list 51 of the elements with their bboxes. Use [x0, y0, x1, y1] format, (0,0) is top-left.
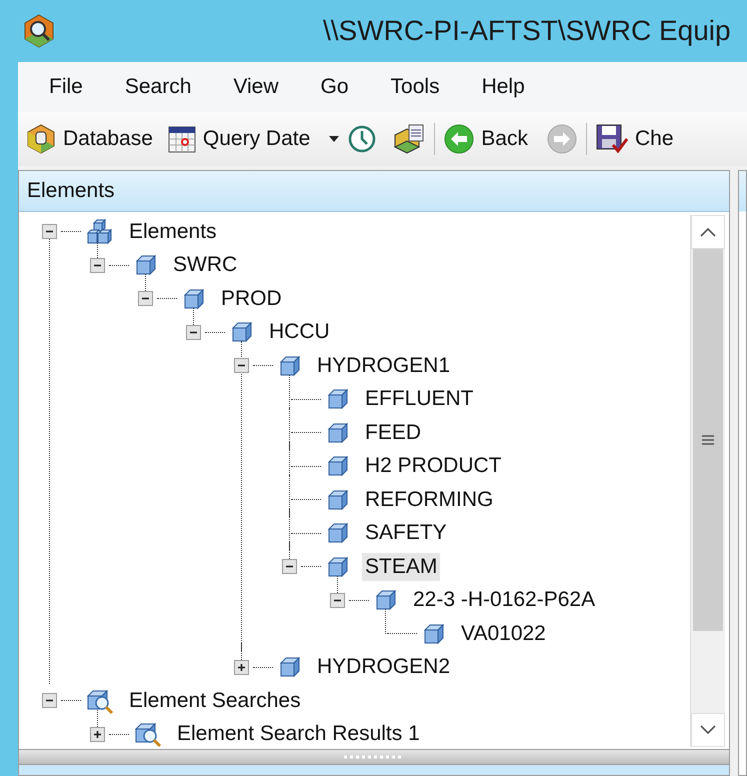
tree-item[interactable]: EFFLUENT [362, 385, 477, 414]
panel-header: Elements [19, 171, 729, 212]
database-icon [25, 123, 57, 155]
menu-item[interactable]: Search [104, 71, 212, 103]
tree-item[interactable]: SWRC [170, 251, 240, 280]
collapse-toggle-icon[interactable] [282, 559, 296, 574]
tree-item[interactable]: REFORMING [362, 486, 496, 514]
database-button[interactable]: Database [21, 121, 157, 157]
back-button[interactable]: Back [439, 121, 532, 157]
box-document-icon [392, 123, 426, 155]
scroll-down-icon [700, 725, 716, 735]
collapse-toggle-icon[interactable] [234, 358, 248, 374]
tree-item[interactable]: HYDROGEN2 [314, 653, 454, 682]
tree-item[interactable]: HCCU [266, 318, 333, 346]
collapse-toggle-icon[interactable] [138, 291, 152, 306]
expand-toggle-icon[interactable] [234, 660, 248, 675]
menu-item[interactable]: Help [460, 71, 546, 103]
collapse-toggle-icon[interactable] [186, 324, 200, 340]
window-title: \\SWRC-PI-AFTST\SWRC Equip [323, 15, 731, 47]
collapse-toggle-icon[interactable] [42, 224, 56, 240]
tree-item[interactable]: VA01022 [458, 620, 549, 648]
tree-item[interactable]: SAFETY [362, 519, 450, 548]
tree-item[interactable]: H2 PRODUCT [362, 452, 505, 480]
grip-icon [344, 755, 404, 759]
tree-item[interactable]: HYDROGEN1 [314, 352, 454, 380]
tree-item[interactable]: FEED [362, 418, 424, 447]
collapse-toggle-icon[interactable] [330, 592, 344, 608]
calendar-icon [166, 124, 197, 154]
menu-item[interactable]: File [28, 71, 104, 103]
menu-item[interactable]: Go [300, 71, 370, 103]
query-date-button[interactable]: Query Date [162, 122, 314, 156]
tree-item[interactable]: PROD [218, 284, 285, 313]
collapse-toggle-icon[interactable] [42, 693, 56, 708]
cubes-icon [85, 218, 115, 246]
save-check-icon [594, 123, 629, 155]
tree-item[interactable]: Elements [126, 218, 220, 246]
cube-search-icon [133, 720, 163, 748]
tree-item[interactable]: Element Searches [126, 686, 304, 715]
scroll-up-icon [700, 227, 716, 237]
menu-item[interactable]: View [212, 71, 300, 103]
clock-icon [348, 125, 376, 153]
tree-item[interactable]: 22-3 -H-0162-P62A [410, 586, 598, 614]
collapse-toggle-icon[interactable] [90, 258, 104, 273]
caret-down-icon [328, 135, 340, 143]
menu-item[interactable]: Tools [370, 71, 461, 103]
grip-icon [701, 434, 715, 446]
expand-toggle-icon[interactable] [90, 726, 104, 742]
scrollbar[interactable] [690, 215, 725, 747]
tree-item[interactable]: STEAM [362, 552, 440, 581]
check-in-button[interactable]: Che [590, 121, 678, 157]
tree-item[interactable]: Element Search Results 1 [174, 720, 423, 748]
